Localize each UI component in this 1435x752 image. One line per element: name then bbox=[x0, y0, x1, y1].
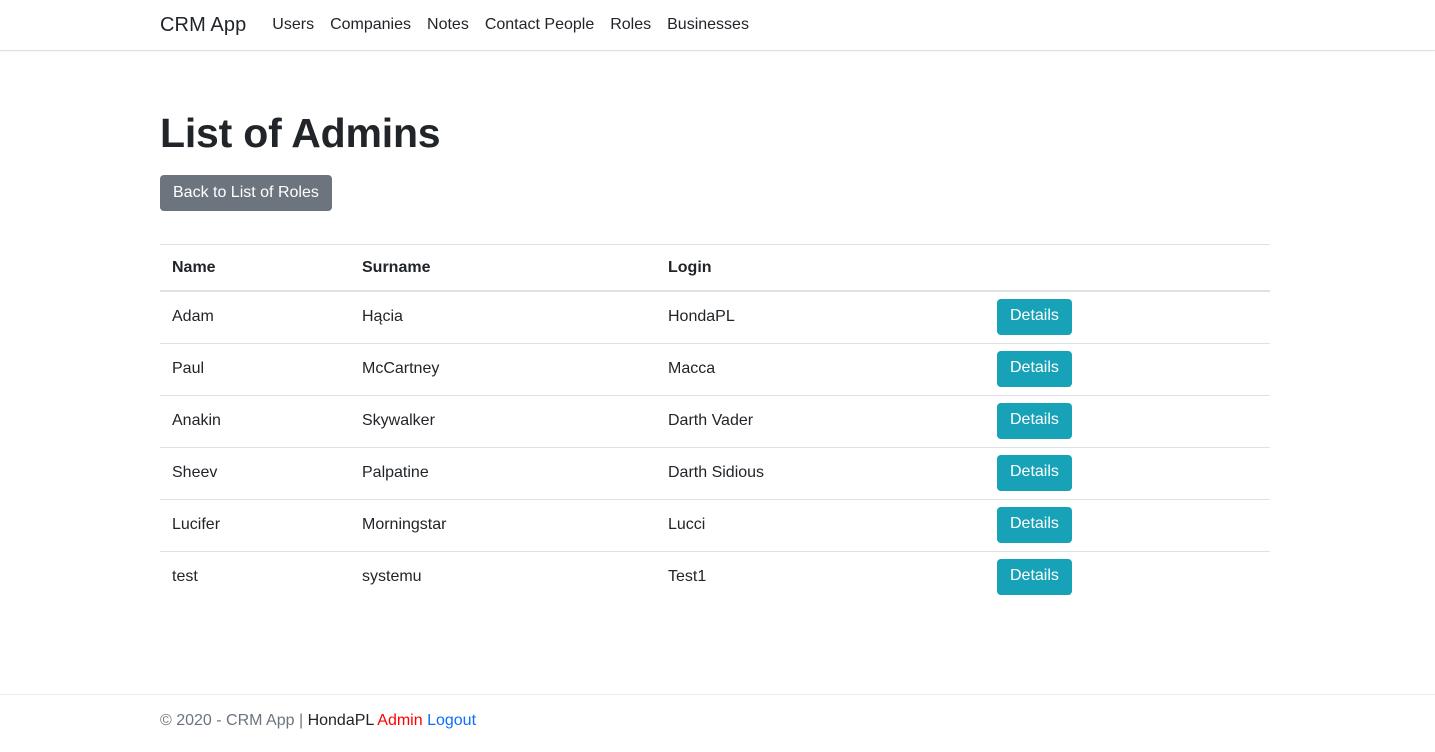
cell-surname: McCartney bbox=[362, 343, 668, 397]
column-header-surname: Surname bbox=[362, 244, 668, 293]
details-button[interactable]: Details bbox=[997, 299, 1072, 336]
nav-link-businesses[interactable]: Businesses bbox=[659, 17, 757, 33]
cell-name: Adam bbox=[160, 291, 362, 345]
page-footer: © 2020 - CRM App | HondaPL Admin Logout bbox=[0, 694, 1435, 730]
table-row: test systemu Test1 Details bbox=[160, 552, 1270, 604]
details-button[interactable]: Details bbox=[997, 455, 1072, 492]
cell-actions: Details bbox=[997, 395, 1270, 449]
table-body: Adam Hącia HondaPL Details Paul McCartne… bbox=[160, 291, 1270, 603]
cell-surname: systemu bbox=[362, 568, 422, 586]
details-button[interactable]: Details bbox=[997, 559, 1072, 596]
cell-name: test bbox=[172, 568, 198, 586]
table-head: Name Surname Login bbox=[160, 244, 1270, 293]
navbar-links: Users Companies Notes Contact People Rol… bbox=[272, 17, 757, 33]
main-navbar: CRM App Users Companies Notes Contact Pe… bbox=[0, 0, 1435, 51]
cell-actions: Details bbox=[997, 447, 1270, 501]
logout-link[interactable]: Logout bbox=[427, 712, 476, 729]
nav-link-contact-people[interactable]: Contact People bbox=[477, 17, 602, 33]
details-button[interactable]: Details bbox=[997, 351, 1072, 388]
cell-surname: Hącia bbox=[362, 291, 668, 345]
cell-login: Darth Sidious bbox=[668, 447, 997, 501]
cell-name: Sheev bbox=[160, 447, 362, 501]
nav-link-roles[interactable]: Roles bbox=[602, 17, 659, 33]
footer-copyright: © 2020 - CRM App bbox=[160, 712, 295, 729]
navbar-brand[interactable]: CRM App bbox=[160, 14, 246, 37]
cell-actions: Details bbox=[997, 291, 1270, 345]
footer-username: HondaPL bbox=[307, 712, 374, 729]
details-button[interactable]: Details bbox=[997, 507, 1072, 544]
column-header-login: Login bbox=[668, 244, 997, 293]
cell-surname: Palpatine bbox=[362, 447, 668, 501]
cell-name: Paul bbox=[160, 343, 362, 397]
nav-link-companies[interactable]: Companies bbox=[322, 17, 419, 33]
table-header-row: Name Surname Login bbox=[160, 244, 1270, 293]
table-row: Sheev Palpatine Darth Sidious Details bbox=[160, 447, 1270, 501]
cell-surname: Skywalker bbox=[362, 395, 668, 449]
cell-actions: Details bbox=[997, 552, 1270, 604]
cell-actions: Details bbox=[997, 343, 1270, 397]
cell-login: HondaPL bbox=[668, 291, 997, 345]
cell-login: Darth Vader bbox=[668, 395, 997, 449]
cell-login: Lucci bbox=[668, 499, 997, 553]
table-row: Adam Hącia HondaPL Details bbox=[160, 291, 1270, 345]
cell-login: Macca bbox=[668, 343, 997, 397]
cell-name: Lucifer bbox=[160, 499, 362, 553]
column-header-name: Name bbox=[160, 244, 362, 293]
page-title: List of Admins bbox=[160, 110, 441, 156]
main-content: List of Admins Back to List of Roles Nam… bbox=[0, 51, 1435, 603]
back-to-roles-button[interactable]: Back to List of Roles bbox=[160, 175, 332, 212]
nav-link-notes[interactable]: Notes bbox=[419, 17, 477, 33]
footer-separator: | bbox=[298, 712, 304, 729]
cell-surname: Morningstar bbox=[362, 499, 668, 553]
cell-login: Test1 bbox=[668, 568, 707, 586]
cell-actions: Details bbox=[997, 499, 1270, 553]
table-row: Anakin Skywalker Darth Vader Details bbox=[160, 395, 1270, 449]
table-row: Paul McCartney Macca Details bbox=[160, 343, 1270, 397]
footer-role-badge: Admin bbox=[377, 712, 423, 729]
cell-name: Anakin bbox=[160, 395, 362, 449]
details-button[interactable]: Details bbox=[997, 403, 1072, 440]
table-row: Lucifer Morningstar Lucci Details bbox=[160, 499, 1270, 553]
admins-table: Name Surname Login Adam Hącia HondaPL De… bbox=[160, 244, 1270, 603]
column-header-actions bbox=[997, 244, 1270, 293]
nav-link-users[interactable]: Users bbox=[272, 17, 322, 33]
